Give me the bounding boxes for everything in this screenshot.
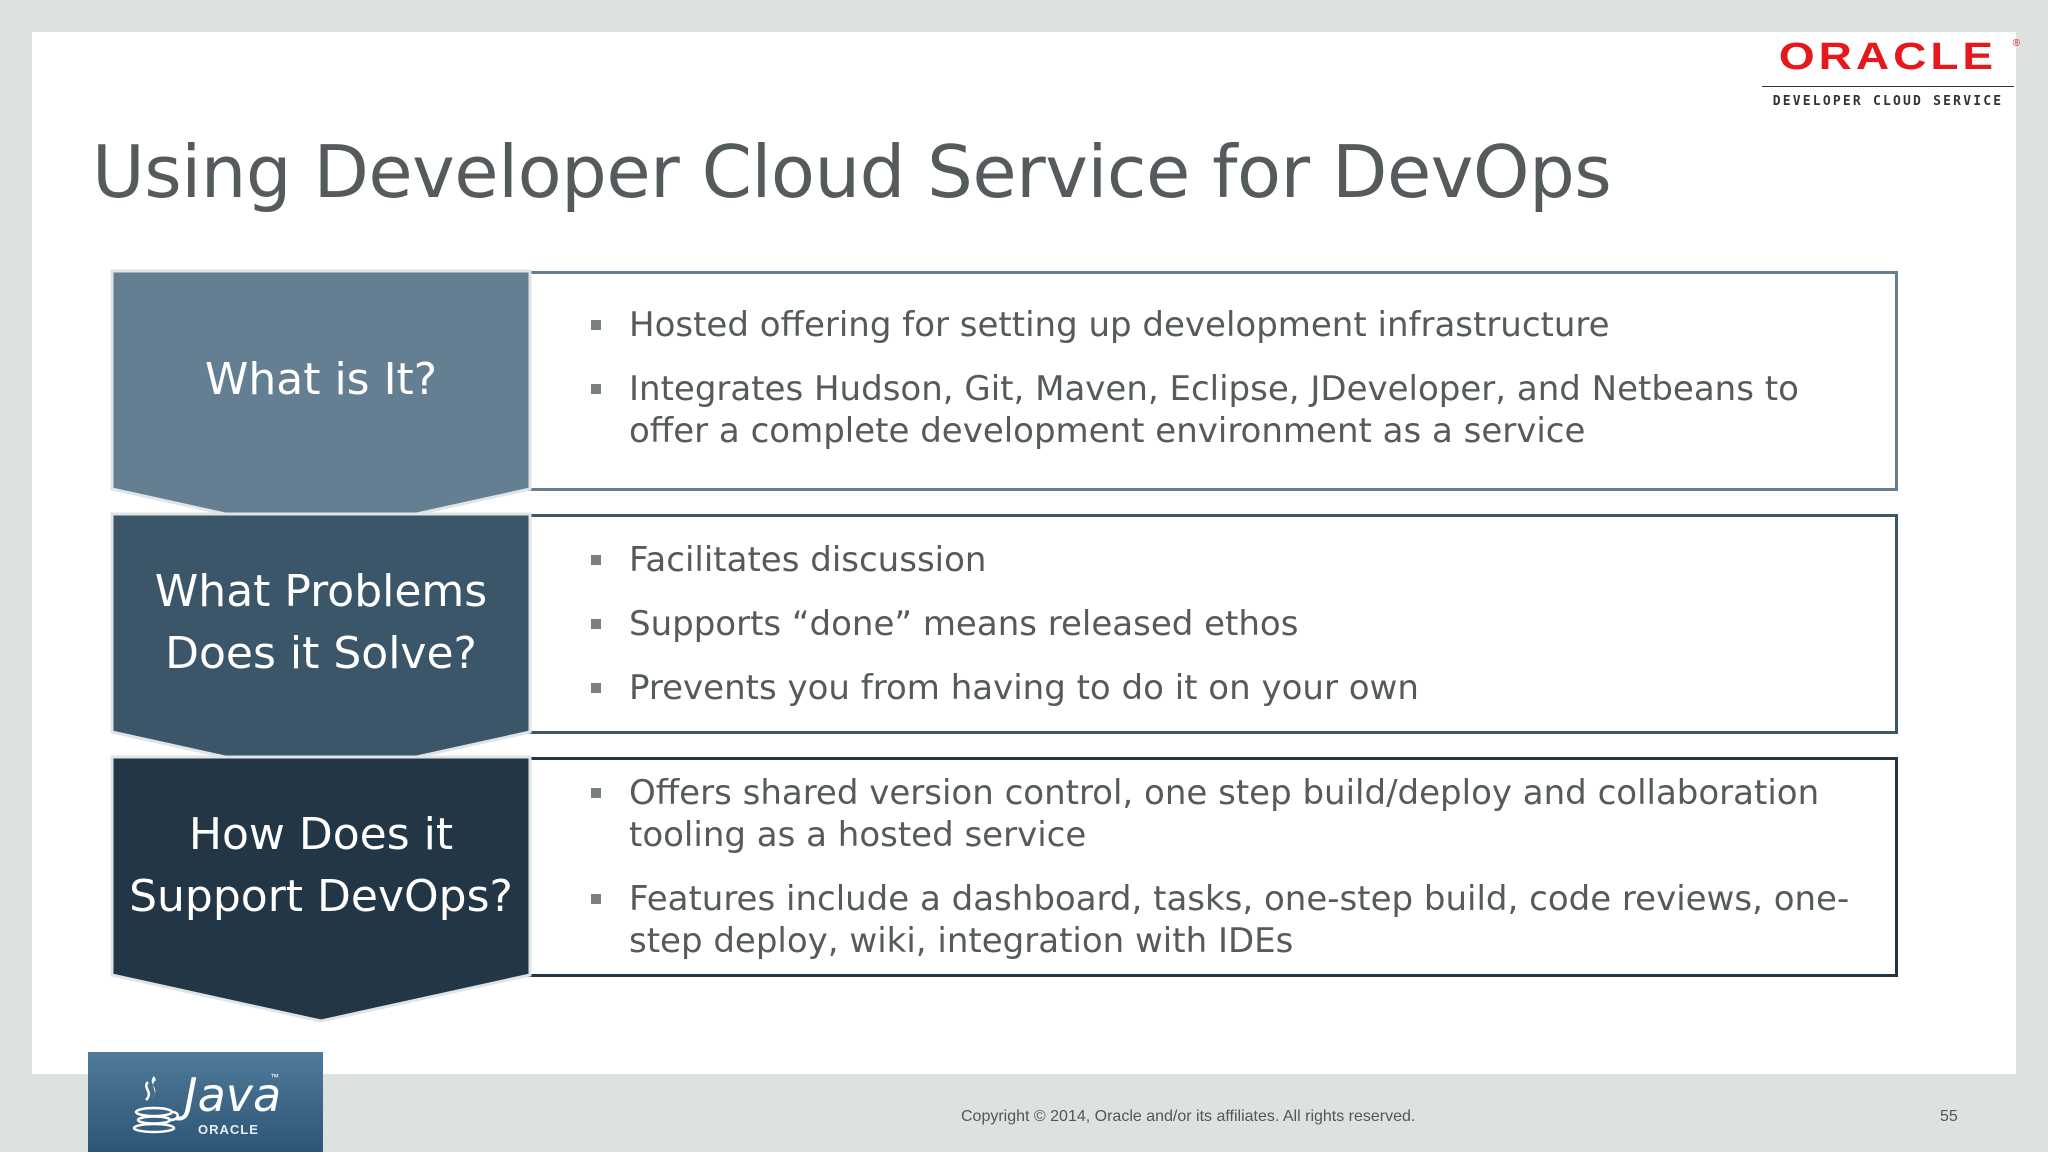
row-label-chevron: How Does it Support DevOps? bbox=[110, 755, 532, 1023]
slide-title: Using Developer Cloud Service for DevOps bbox=[92, 130, 1612, 214]
row-label-chevron: What is It? bbox=[110, 269, 532, 537]
bullet-item: Prevents you from having to do it on you… bbox=[591, 667, 1855, 709]
row-content-box: Hosted offering for setting up developme… bbox=[528, 271, 1898, 491]
row-how-support-devops: How Does it Support DevOps? Offers share… bbox=[110, 755, 1898, 1023]
row-label-text: How Does it Support DevOps? bbox=[129, 809, 513, 922]
copyright-text: Copyright © 2014, Oracle and/or its affi… bbox=[961, 1108, 1416, 1125]
row-label-text: What Problems Does it Solve? bbox=[154, 566, 488, 679]
bullet-list: Offers shared version control, one step … bbox=[591, 772, 1855, 984]
bullet-item: Supports “done” means released ethos bbox=[591, 603, 1855, 645]
java-wordmark: Java bbox=[184, 1068, 282, 1122]
row-what-is-it: What is It? Hosted offering for setting … bbox=[110, 269, 1898, 537]
java-oracle-wordmark: ORACLE bbox=[198, 1122, 259, 1137]
row-content-box: Facilitates discussion Supports “done” m… bbox=[528, 514, 1898, 734]
row-label-text: What is It? bbox=[204, 354, 438, 405]
java-cup-icon bbox=[132, 1076, 179, 1134]
row-content-box: Offers shared version control, one step … bbox=[528, 757, 1898, 977]
bullet-item: Features include a dashboard, tasks, one… bbox=[591, 878, 1855, 962]
logo-divider bbox=[1762, 86, 2014, 87]
trademark-mark: ™ bbox=[270, 1072, 279, 1082]
bullet-list: Facilitates discussion Supports “done” m… bbox=[591, 539, 1855, 731]
row-what-problems: What Problems Does it Solve? Facilitates… bbox=[110, 512, 1898, 780]
oracle-logo-wordmark: ORACLE bbox=[1778, 34, 1998, 78]
oracle-logo-subtitle: DEVELOPER CLOUD SERVICE bbox=[1772, 94, 2004, 109]
java-logo-badge: Java ™ ORACLE bbox=[88, 1052, 323, 1152]
bullet-item: Integrates Hudson, Git, Maven, Eclipse, … bbox=[591, 368, 1855, 452]
bullet-item: Offers shared version control, one step … bbox=[591, 772, 1855, 856]
page-number: 55 bbox=[1940, 1108, 1958, 1125]
bullet-item: Hosted offering for setting up developme… bbox=[591, 304, 1855, 346]
registered-mark: ® bbox=[2012, 38, 2020, 49]
oracle-logo: ORACLE ® DEVELOPER CLOUD SERVICE bbox=[1748, 30, 2028, 120]
bullet-item: Facilitates discussion bbox=[591, 539, 1855, 581]
bullet-list: Hosted offering for setting up developme… bbox=[591, 304, 1855, 474]
row-label-chevron: What Problems Does it Solve? bbox=[110, 512, 532, 780]
